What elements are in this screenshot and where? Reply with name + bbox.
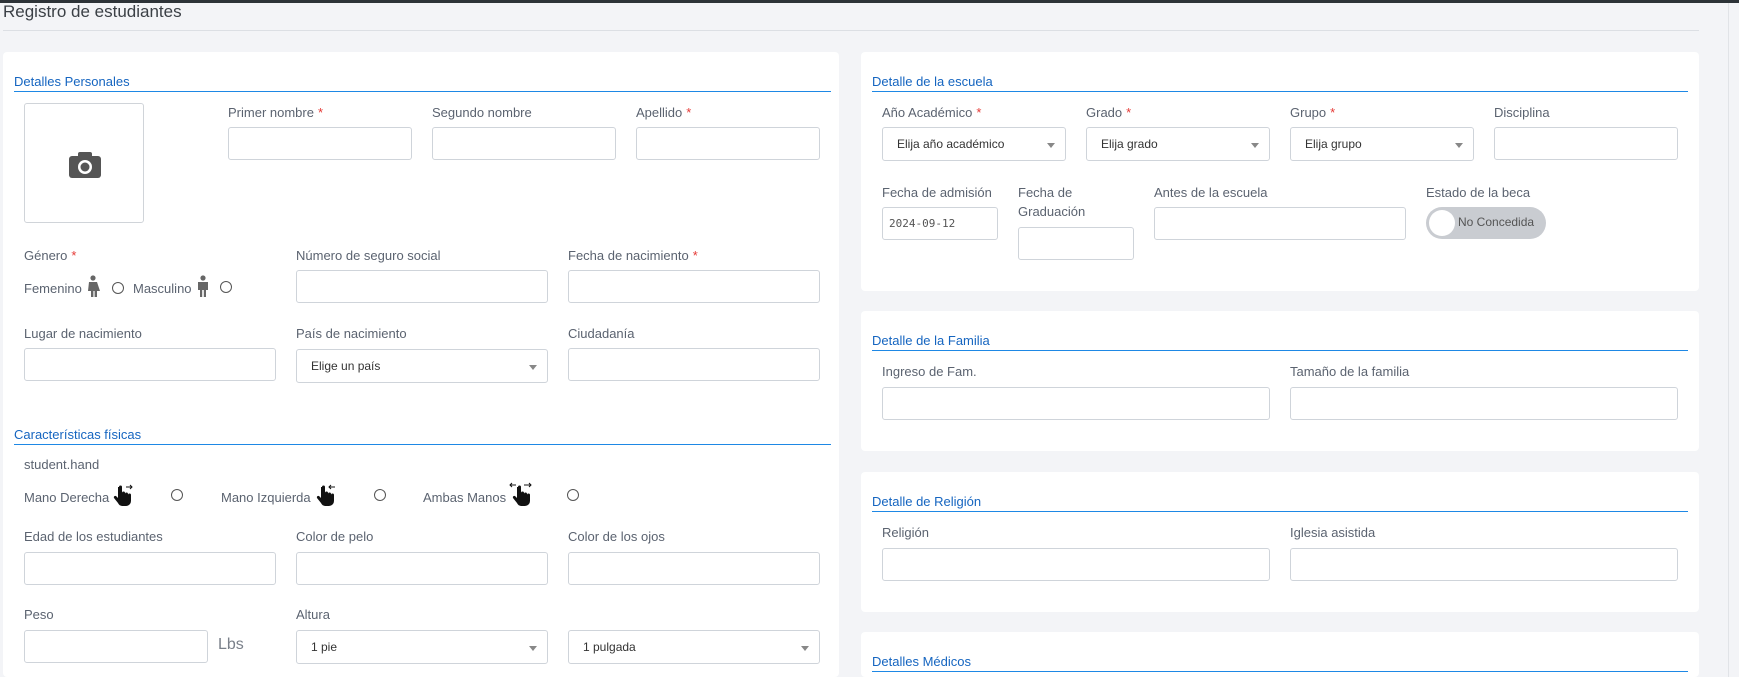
discipline-label: Disciplina — [1494, 105, 1550, 120]
academic-year-value: Elija año académico — [897, 137, 1005, 151]
male-radio[interactable] — [220, 281, 232, 293]
birthplace-label: Lugar de nacimiento — [24, 326, 142, 341]
birth-country-label: País de nacimiento — [296, 326, 407, 341]
family-details-card — [861, 311, 1699, 451]
right-hand-icon — [113, 484, 133, 506]
family-details-title: Detalle de la Familia — [872, 333, 1688, 351]
scholarship-toggle[interactable]: No Concedida — [1426, 207, 1546, 239]
admission-date-label: Fecha de admisión — [882, 185, 992, 200]
first-name-input[interactable] — [228, 127, 412, 160]
age-label: Edad de los estudiantes — [24, 529, 163, 544]
physical-traits-title: Características físicas — [14, 427, 831, 445]
female-radio[interactable] — [112, 282, 124, 294]
dropdown-caret-icon — [1047, 143, 1055, 148]
title-divider — [3, 30, 1699, 31]
academic-year-select[interactable]: Elija año académico — [882, 127, 1066, 161]
female-icon — [88, 275, 100, 297]
ssn-input[interactable] — [296, 270, 548, 303]
photo-upload[interactable] — [24, 103, 144, 223]
height-label: Altura — [296, 607, 330, 622]
page-title: Registro de estudiantes — [3, 2, 182, 21]
scholarship-value: No Concedida — [1458, 215, 1535, 229]
dropdown-caret-icon — [801, 646, 809, 651]
both-hands-label: Ambas Manos — [423, 490, 507, 505]
medical-details-title: Detalles Médicos — [872, 654, 1688, 672]
female-label: Femenino — [24, 281, 82, 296]
middle-name-input[interactable] — [432, 127, 616, 160]
right-hand-label: Mano Derecha — [24, 490, 110, 505]
height-inches-value: 1 pulgada — [583, 640, 636, 654]
male-icon — [198, 275, 208, 297]
graduation-date-input[interactable] — [1018, 227, 1134, 260]
dob-input[interactable] — [568, 270, 820, 303]
weight-label: Peso — [24, 607, 54, 622]
male-label: Masculino — [133, 281, 192, 296]
previous-school-input[interactable] — [1154, 207, 1406, 240]
height-inches-select[interactable]: 1 pulgada — [568, 630, 820, 664]
family-income-input[interactable] — [882, 387, 1270, 420]
religion-details-title: Detalle de Religión — [872, 494, 1688, 512]
family-size-input[interactable] — [1290, 387, 1678, 420]
school-details-title: Detalle de la escuela — [872, 74, 1688, 92]
dropdown-caret-icon — [1251, 143, 1259, 148]
family-size-label: Tamaño de la familia — [1290, 364, 1410, 379]
weight-unit: Lbs — [218, 636, 244, 653]
dropdown-caret-icon — [529, 646, 537, 651]
gender-label: Género * — [24, 248, 77, 263]
hair-color-input[interactable] — [296, 552, 548, 585]
grade-value: Elija grado — [1101, 137, 1158, 151]
last-name-label: Apellido * — [636, 105, 692, 120]
admission-date-value: 2024-09-12 — [889, 217, 956, 230]
weight-input[interactable] — [24, 630, 208, 663]
top-bar — [0, 0, 1739, 3]
birth-country-select[interactable]: Elige un país — [296, 349, 548, 383]
dropdown-caret-icon — [529, 365, 537, 370]
first-name-label: Primer nombre * — [228, 105, 324, 120]
birthplace-input[interactable] — [24, 348, 276, 381]
religion-details-card — [861, 472, 1699, 612]
group-label: Grupo * — [1290, 105, 1336, 120]
previous-school-label: Antes de la escuela — [1154, 185, 1268, 200]
academic-year-label: Año Académico * — [882, 105, 982, 120]
religion-label: Religión — [882, 525, 929, 540]
both-hands-icon — [509, 482, 532, 506]
both-hands-radio[interactable] — [567, 489, 579, 501]
eye-color-label: Color de los ojos — [568, 529, 665, 544]
church-label: Iglesia asistida — [1290, 525, 1376, 540]
left-hand-radio[interactable] — [374, 489, 386, 501]
right-hand-radio[interactable] — [171, 489, 183, 501]
discipline-input[interactable] — [1494, 127, 1678, 160]
group-select[interactable]: Elija grupo — [1290, 127, 1474, 161]
personal-details-title: Detalles Personales — [14, 74, 831, 92]
admission-date-input[interactable]: 2024-09-12 — [882, 207, 998, 240]
page-scrollbar[interactable] — [1728, 3, 1739, 677]
dropdown-caret-icon — [1455, 143, 1463, 148]
birth-country-value: Elige un país — [311, 359, 381, 373]
last-name-input[interactable] — [636, 127, 820, 160]
eye-color-input[interactable] — [568, 552, 820, 585]
hair-color-label: Color de pelo — [296, 529, 374, 544]
grade-label: Grado * — [1086, 105, 1132, 120]
camera-icon — [69, 152, 101, 178]
grade-select[interactable]: Elija grado — [1086, 127, 1270, 161]
toggle-knob — [1429, 210, 1455, 236]
age-input[interactable] — [24, 552, 276, 585]
left-hand-icon — [316, 484, 335, 506]
middle-name-label: Segundo nombre — [432, 105, 532, 120]
family-income-label: Ingreso de Fam. — [882, 364, 977, 379]
left-hand-label: Mano Izquierda — [221, 490, 311, 505]
citizenship-input[interactable] — [568, 348, 820, 381]
religion-input[interactable] — [882, 548, 1270, 581]
hand-label: student.hand — [24, 457, 100, 472]
graduation-date-label: Fecha de Graduación — [1018, 185, 1086, 219]
citizenship-label: Ciudadanía — [568, 326, 635, 341]
dob-label: Fecha de nacimiento * — [568, 248, 698, 263]
height-feet-select[interactable]: 1 pie — [296, 630, 548, 664]
height-feet-value: 1 pie — [311, 640, 338, 654]
scholarship-label: Estado de la beca — [1426, 185, 1531, 200]
ssn-label: Número de seguro social — [296, 248, 441, 263]
group-value: Elija grupo — [1305, 137, 1362, 151]
church-input[interactable] — [1290, 548, 1678, 581]
